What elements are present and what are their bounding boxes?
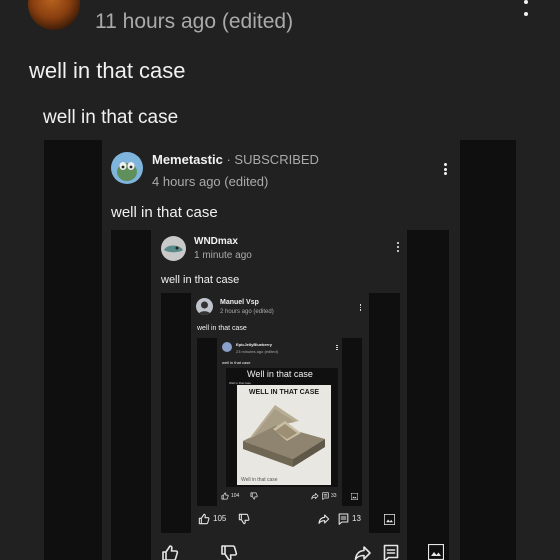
author-name[interactable]: Memetastic: [152, 152, 223, 167]
kebab-menu-icon[interactable]: [396, 242, 400, 252]
kebab-menu-icon[interactable]: [336, 345, 338, 350]
comment-text: well in that case: [197, 325, 247, 332]
share-icon[interactable]: [311, 492, 319, 500]
comment-timestamp: 4 hours ago (edited): [152, 174, 269, 189]
meme-title: WELL IN THAT CASE: [248, 389, 320, 396]
image-icon[interactable]: [428, 544, 444, 560]
author-name[interactable]: EpicJellyBlueberry: [236, 342, 272, 347]
share-icon[interactable]: [354, 544, 372, 560]
comment-text: well in that case: [161, 274, 240, 286]
media-letterbox-right: [460, 140, 516, 560]
kebab-menu-icon[interactable]: [359, 304, 362, 311]
author-name[interactable]: Manuel Vsp: [220, 299, 259, 306]
comment-count: 13: [352, 514, 361, 523]
comment-icon[interactable]: [338, 513, 349, 525]
meme-bottom-caption: Well in that case: [241, 477, 278, 483]
comment-count: 33: [331, 493, 337, 499]
avatar[interactable]: [222, 342, 232, 352]
comment-icon[interactable]: [322, 492, 329, 500]
like-icon[interactable]: [221, 492, 229, 500]
like-count: 104: [231, 493, 240, 499]
media-letterbox-left: [197, 338, 217, 506]
comment-timestamp: 11 hours ago (edited): [95, 10, 294, 33]
comment-timestamp: 1 minute ago: [194, 250, 252, 261]
separator: ·: [226, 152, 231, 167]
avatar[interactable]: [196, 298, 213, 315]
kebab-menu-icon[interactable]: [522, 0, 530, 16]
dislike-icon[interactable]: [250, 492, 258, 500]
avatar[interactable]: [28, 0, 80, 30]
media-letterbox-left: [161, 293, 191, 533]
briefcase-picture: [243, 405, 325, 467]
image-icon[interactable]: [384, 514, 395, 525]
comment-timestamp: 23 minutes ago (edited): [236, 349, 279, 354]
comment-timestamp: 2 hours ago (edited): [220, 309, 274, 315]
like-count: 105: [213, 514, 227, 523]
image-icon[interactable]: [351, 493, 358, 500]
quoted-comment-text: well in that case: [43, 107, 179, 128]
like-icon[interactable]: [198, 513, 210, 525]
meme-caption: Well in that case: [247, 369, 313, 379]
media-letterbox-right: [369, 293, 400, 533]
media-letterbox-right: [342, 338, 362, 506]
media-letterbox-left: [111, 230, 151, 560]
comment-text: well in that case: [111, 204, 218, 221]
comment-text: well in that case: [222, 360, 251, 365]
dislike-icon[interactable]: [220, 544, 238, 560]
share-icon[interactable]: [318, 513, 330, 525]
dislike-icon[interactable]: [238, 513, 250, 525]
author-name[interactable]: WNDmax: [194, 236, 238, 247]
kebab-menu-icon[interactable]: [442, 163, 448, 175]
avatar[interactable]: [161, 236, 186, 261]
meme-image[interactable]: Well in that case Well in that case WELL…: [226, 368, 338, 487]
meme-panel: WELL IN THAT CASE Well in that case: [237, 385, 331, 485]
media-letterbox-left: [44, 140, 102, 560]
media-letterbox-right: [407, 230, 449, 560]
comment-text: well in that case: [29, 58, 186, 83]
like-icon[interactable]: [161, 544, 179, 560]
avatar[interactable]: [111, 152, 143, 184]
comment-icon[interactable]: [383, 544, 399, 560]
subscribed-badge: SUBSCRIBED: [234, 152, 319, 167]
